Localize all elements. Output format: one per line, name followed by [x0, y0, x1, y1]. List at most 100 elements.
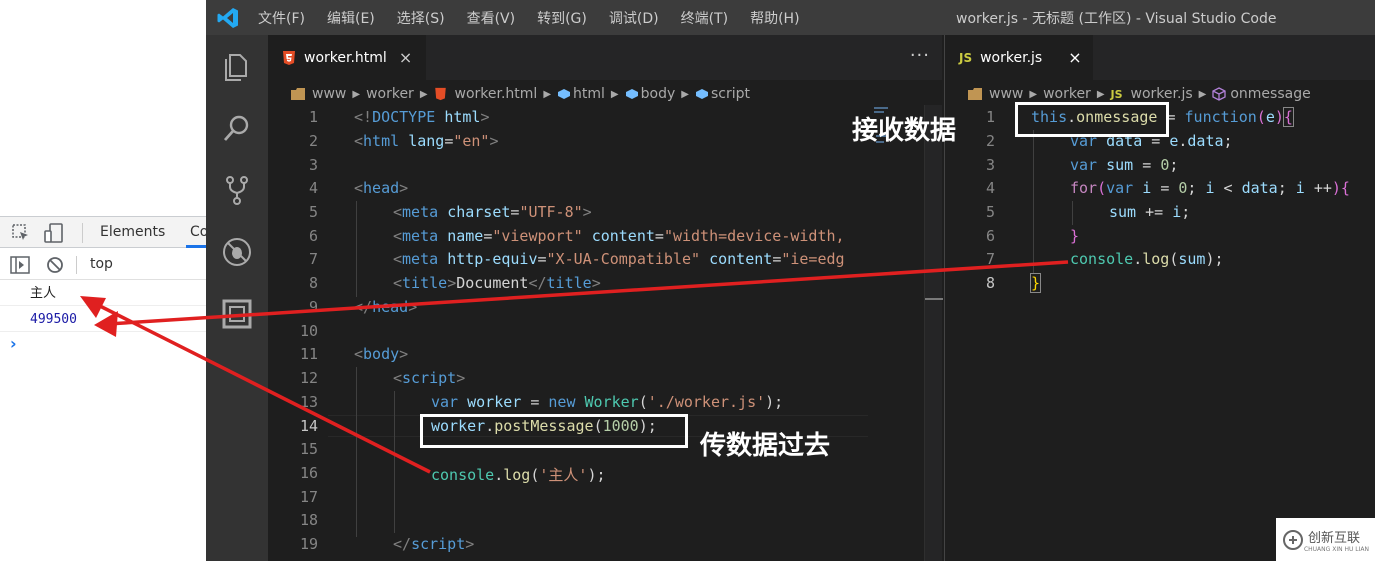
code-line[interactable]: </script>: [393, 535, 474, 553]
breadcrumb-item[interactable]: worker.html: [455, 86, 538, 102]
title-bar: 文件(F) 编辑(E) 选择(S) 查看(V) 转到(G) 调试(D) 终端(T…: [206, 0, 1375, 35]
breadcrumb-item[interactable]: body: [641, 86, 676, 102]
extensions-icon[interactable]: [220, 297, 254, 331]
tab-label: worker.html: [304, 49, 387, 66]
watermark-text: 创新互联: [1307, 530, 1360, 546]
code-line[interactable]: <script>: [393, 369, 465, 387]
context-selector[interactable]: top: [90, 256, 113, 272]
menu-help[interactable]: 帮助(H): [750, 8, 799, 28]
code-line[interactable]: <!DOCTYPE html>: [354, 108, 489, 126]
activity-bar: [206, 35, 268, 561]
code-line[interactable]: }: [1029, 273, 1042, 293]
chevron-right-icon: ▶: [1198, 88, 1207, 100]
annotation-send: 传数据过去: [700, 431, 831, 461]
folder-icon: [291, 88, 305, 100]
menu-file[interactable]: 文件(F): [258, 8, 305, 28]
breadcrumb-item[interactable]: www: [989, 86, 1023, 102]
code-line[interactable]: <body>: [354, 345, 408, 363]
breadcrumb-item[interactable]: worker.js: [1131, 86, 1193, 102]
line-number: 9: [308, 298, 318, 316]
menu-debug[interactable]: 调试(D): [609, 8, 659, 28]
breadcrumb-item[interactable]: onmessage: [1230, 86, 1310, 102]
inspect-element-icon[interactable]: [12, 224, 30, 242]
line-number: 2: [308, 132, 318, 150]
code-line[interactable]: console.log(sum);: [1070, 250, 1224, 268]
tab-console[interactable]: Co: [190, 224, 206, 240]
watermark-logo: 创新互联 CHUANG XIN HU LIAN: [1276, 518, 1375, 561]
element-icon: [558, 89, 571, 99]
vertical-scrollbar[interactable]: [924, 105, 943, 561]
console-prompt[interactable]: ›: [10, 334, 17, 353]
method-icon: [1212, 87, 1226, 101]
menu-bar: 文件(F) 编辑(E) 选择(S) 查看(V) 转到(G) 调试(D) 终端(T…: [258, 0, 822, 35]
tab-elements[interactable]: Elements: [100, 224, 165, 240]
menu-go[interactable]: 转到(G): [537, 8, 587, 28]
code-line[interactable]: <head>: [354, 179, 408, 197]
menu-selection[interactable]: 选择(S): [397, 8, 445, 28]
code-line[interactable]: var worker = new Worker('./worker.js');: [431, 393, 783, 411]
code-line[interactable]: <meta http-equiv="X-UA-Compatible" conte…: [393, 250, 845, 268]
tab-worker-html[interactable]: worker.html ×: [268, 35, 426, 80]
tab-bar: worker.html × ···: [268, 35, 942, 80]
line-number: 15: [299, 440, 318, 458]
menu-edit[interactable]: 编辑(E): [327, 8, 375, 28]
breadcrumb-item[interactable]: script: [711, 86, 750, 102]
line-number: 4: [985, 179, 995, 197]
line-number: 18: [299, 511, 318, 529]
chevron-right-icon: ▶: [681, 88, 689, 100]
active-tab-indicator: [186, 245, 206, 248]
breadcrumb-item[interactable]: worker: [1043, 86, 1091, 102]
code-line[interactable]: }: [1070, 227, 1079, 245]
tab-bar: JS worker.js ×: [945, 35, 1375, 80]
code-line[interactable]: sum += i;: [1109, 203, 1190, 221]
close-tab-icon[interactable]: ×: [399, 48, 412, 67]
console-log-line: 主人: [0, 282, 206, 306]
vscode-logo-icon: [217, 8, 238, 28]
breadcrumb: www ▶ worker ▶ worker.html ▶ html ▶ body…: [290, 84, 750, 104]
device-toolbar-icon[interactable]: [44, 223, 64, 243]
indent-guide: [394, 391, 395, 533]
toolbar-divider: [82, 223, 83, 243]
line-number: 3: [308, 156, 318, 174]
console-sidebar-icon[interactable]: [10, 256, 30, 274]
code-line[interactable]: <meta charset="UTF-8">: [393, 203, 592, 221]
source-control-icon[interactable]: [220, 173, 254, 207]
javascript-icon: JS: [959, 50, 973, 65]
debug-icon[interactable]: [220, 235, 254, 269]
chevron-right-icon: ▶: [543, 88, 552, 100]
chevron-right-icon: ▶: [1029, 88, 1038, 100]
tab-label: worker.js: [980, 49, 1043, 66]
breadcrumb-item[interactable]: www: [312, 86, 346, 102]
code-line[interactable]: console.log('主人');: [431, 464, 606, 485]
search-icon[interactable]: [220, 111, 254, 145]
line-number: 13: [299, 393, 318, 411]
line-number: 16: [299, 464, 318, 482]
window-title: worker.js - 无标题 (工作区) - Visual Studio Co…: [956, 11, 1277, 27]
code-line[interactable]: var sum = 0;: [1070, 156, 1178, 174]
code-line[interactable]: <meta name="viewport" content="width=dev…: [393, 227, 845, 245]
code-line[interactable]: <html lang="en">: [354, 132, 499, 150]
line-number-current: 8: [985, 274, 995, 292]
menu-view[interactable]: 查看(V): [467, 8, 516, 28]
line-number: 1: [308, 108, 318, 126]
code-line[interactable]: </head>: [354, 298, 417, 316]
breadcrumb-item[interactable]: html: [573, 86, 605, 102]
breadcrumb-item[interactable]: worker: [366, 86, 414, 102]
tab-worker-js[interactable]: JS worker.js ×: [945, 35, 1093, 80]
chevron-right-icon: ▶: [352, 88, 361, 100]
clear-console-icon[interactable]: [46, 256, 64, 274]
line-number: 19: [299, 535, 318, 553]
watermark-subtext: CHUANG XIN HU LIAN: [1303, 545, 1370, 553]
minimap[interactable]: [870, 105, 920, 561]
more-actions-icon[interactable]: ···: [910, 45, 930, 66]
element-icon: [695, 89, 708, 99]
close-tab-icon[interactable]: ×: [1068, 48, 1081, 67]
menu-terminal[interactable]: 终端(T): [681, 8, 728, 28]
chevron-right-icon: ▶: [1096, 88, 1105, 100]
code-line[interactable]: for(var i = 0; i < data; i ++){: [1070, 179, 1350, 197]
folder-icon: [968, 88, 982, 100]
explorer-icon[interactable]: [220, 49, 254, 83]
line-number: 7: [985, 250, 995, 268]
line-number: 11: [299, 345, 318, 363]
code-line[interactable]: <title>Document</title>: [393, 274, 601, 292]
